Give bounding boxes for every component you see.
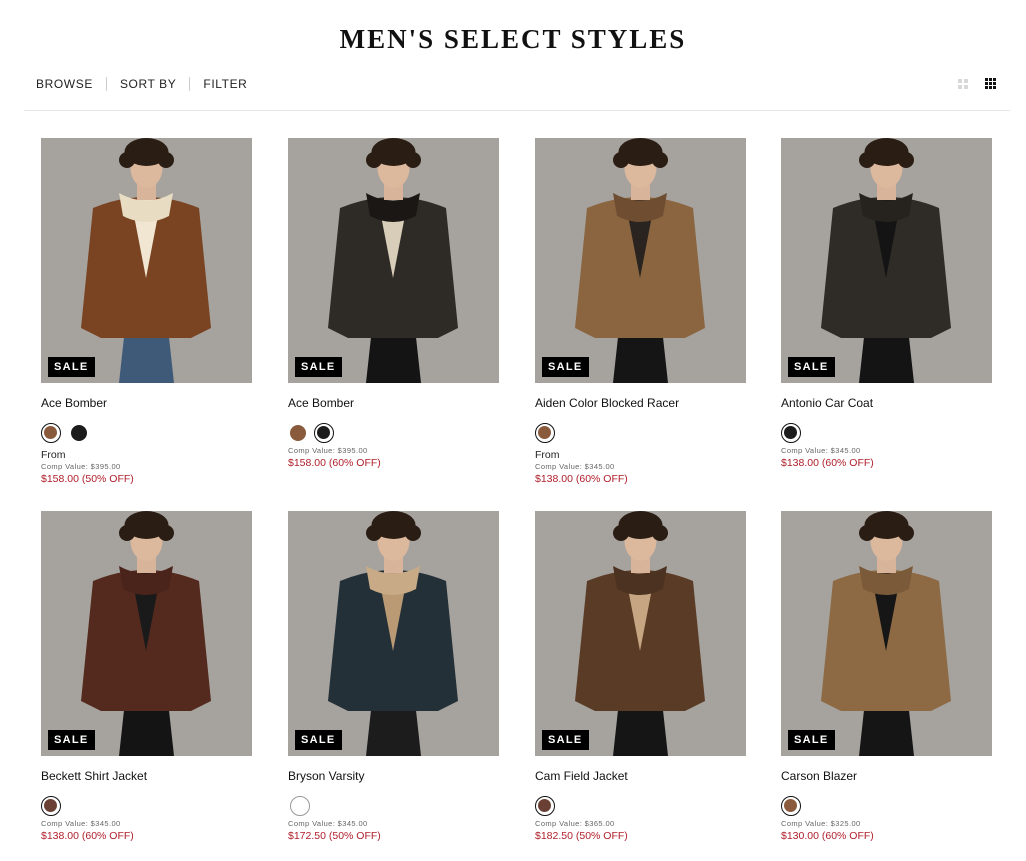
product-card[interactable]: SALE Beckett Shirt Jacket Comp Value: $345… [41, 511, 252, 842]
price-block: Comp Value: $365.00 $182.50 (50% OFF) [535, 819, 628, 843]
price-block: Comp Value: $345.00 $138.00 (60% OFF) [41, 819, 134, 843]
model-figure [81, 138, 211, 383]
browse-button[interactable]: BROWSE [36, 76, 106, 92]
product-card[interactable]: SALE Ace Bomber Comp Value: $395.00 $158.00… [288, 138, 499, 469]
from-label: From [535, 449, 560, 461]
sale-price: $172.50 (50% OFF) [288, 830, 381, 842]
product-name[interactable]: Ace Bomber [288, 396, 354, 410]
price-block: Comp Value: $325.00 $130.00 (60% OFF) [781, 819, 874, 843]
sale-price: $182.50 (50% OFF) [535, 830, 628, 842]
product-name[interactable]: Ace Bomber [41, 396, 107, 410]
comp-value: Comp Value: $325.00 [781, 819, 861, 828]
product-image[interactable]: SALE [288, 138, 499, 383]
color-swatches [41, 796, 61, 816]
page-title: MEN'S SELECT STYLES [339, 24, 687, 54]
product-card[interactable]: SALE Cam Field Jacket Comp Value: $365.00 $… [535, 511, 746, 842]
sale-badge: SALE [788, 357, 835, 377]
product-image[interactable]: SALE [535, 511, 746, 756]
color-swatches [781, 423, 801, 443]
model-figure [821, 138, 951, 383]
comp-value: Comp Value: $365.00 [535, 819, 615, 828]
comp-value: Comp Value: $395.00 [288, 446, 368, 455]
sale-price: $158.00 (60% OFF) [288, 457, 381, 469]
comp-value: Comp Value: $345.00 [535, 462, 615, 471]
color-swatches [781, 796, 801, 816]
color-swatch[interactable] [535, 796, 555, 816]
model-figure [81, 511, 211, 756]
color-swatches [535, 796, 555, 816]
toolbar-divider-line [24, 110, 1010, 111]
sale-price: $130.00 (60% OFF) [781, 830, 874, 842]
filter-button[interactable]: FILTER [190, 76, 260, 92]
toolbar: BROWSE SORT BY FILTER [36, 76, 260, 92]
product-card[interactable]: SALE Antonio Car Coat Comp Value: $345.00 $… [781, 138, 992, 469]
sale-price: $138.00 (60% OFF) [535, 473, 628, 485]
price-block: Comp Value: $345.00 $172.50 (50% OFF) [288, 819, 381, 843]
product-card[interactable]: SALE Carson Blazer Comp Value: $325.00 $130… [781, 511, 992, 842]
comp-value: Comp Value: $345.00 [41, 819, 121, 828]
product-image[interactable]: SALE [288, 511, 499, 756]
model-figure [328, 138, 458, 383]
product-image[interactable]: SALE [781, 511, 992, 756]
from-label: From [41, 449, 66, 461]
sale-badge: SALE [542, 730, 589, 750]
product-card[interactable]: SALE Aiden Color Blocked Racer From Comp Va… [535, 138, 746, 485]
color-swatches [288, 423, 334, 443]
product-card[interactable]: SALE Bryson Varsity Comp Value: $345.00 $17… [288, 511, 499, 842]
sale-badge: SALE [295, 730, 342, 750]
color-swatch[interactable] [535, 423, 555, 443]
sale-price: $158.00 (50% OFF) [41, 473, 134, 485]
product-image[interactable]: SALE [781, 138, 992, 383]
color-swatch[interactable] [290, 425, 306, 441]
product-image[interactable]: SALE [535, 138, 746, 383]
model-figure [328, 511, 458, 756]
sale-badge: SALE [788, 730, 835, 750]
comp-value: Comp Value: $345.00 [288, 819, 368, 828]
model-figure [575, 138, 705, 383]
color-swatch[interactable] [41, 796, 61, 816]
price-block: Comp Value: $395.00 $158.00 (60% OFF) [288, 446, 381, 470]
model-figure [821, 511, 951, 756]
sale-price: $138.00 (60% OFF) [781, 457, 874, 469]
sort-by-button[interactable]: SORT BY [107, 76, 189, 92]
color-swatch[interactable] [41, 423, 61, 443]
color-swatch[interactable] [314, 423, 334, 443]
sale-badge: SALE [295, 357, 342, 377]
model-figure [575, 511, 705, 756]
price-block: From Comp Value: $345.00 $138.00 (60% OFF) [535, 449, 628, 486]
sale-badge: SALE [48, 357, 95, 377]
product-name[interactable]: Beckett Shirt Jacket [41, 769, 147, 783]
color-swatches [535, 423, 555, 443]
color-swatch[interactable] [781, 796, 801, 816]
grid-4-icon[interactable] [985, 78, 996, 89]
product-image[interactable]: SALE [41, 138, 252, 383]
color-swatch[interactable] [71, 425, 87, 441]
price-block: From Comp Value: $395.00 $158.00 (50% OFF) [41, 449, 134, 486]
sale-price: $138.00 (60% OFF) [41, 830, 134, 842]
product-name[interactable]: Antonio Car Coat [781, 396, 873, 410]
product-name[interactable]: Cam Field Jacket [535, 769, 628, 783]
product-name[interactable]: Carson Blazer [781, 769, 857, 783]
sale-badge: SALE [542, 357, 589, 377]
product-name[interactable]: Aiden Color Blocked Racer [535, 396, 679, 410]
product-card[interactable]: SALE Ace Bomber From Comp Value: $395.00 $15… [41, 138, 252, 485]
comp-value: Comp Value: $395.00 [41, 462, 121, 471]
sale-badge: SALE [48, 730, 95, 750]
price-block: Comp Value: $345.00 $138.00 (60% OFF) [781, 446, 874, 470]
color-swatches [41, 423, 87, 443]
grid-2-icon[interactable] [958, 79, 968, 89]
product-image[interactable]: SALE [41, 511, 252, 756]
product-name[interactable]: Bryson Varsity [288, 769, 364, 783]
color-swatches [288, 796, 310, 816]
comp-value: Comp Value: $345.00 [781, 446, 861, 455]
color-swatch[interactable] [290, 796, 310, 816]
color-swatch[interactable] [781, 423, 801, 443]
